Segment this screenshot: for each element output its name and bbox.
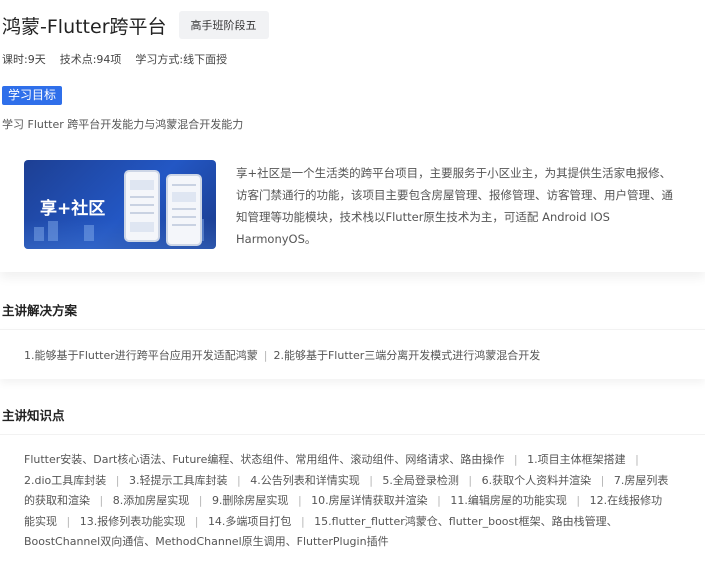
separator: | — [576, 494, 581, 507]
phone-ui-block — [172, 192, 196, 202]
separator: | — [297, 494, 302, 507]
knowledge-item: Flutter安装、Dart核心语法、Future编程、状态组件、常用组件、滚动… — [24, 453, 505, 466]
phone-ui-line — [130, 204, 154, 206]
separator: | — [369, 473, 373, 487]
separator: | — [236, 473, 241, 487]
phone-ui-line — [130, 212, 154, 214]
course-header-card: 鸿蒙-Flutter跨平台 高手班阶段五 课时:9天 技术点:94项 学习方式:… — [0, 0, 705, 272]
project-intro: 享+社区是一个生活类的跨平台项目，主要服务于小区业主，为其提供生活家电报修、访客… — [236, 166, 673, 246]
solutions-title: 主讲解决方案 — [2, 303, 78, 318]
meta-hours: 课时:9天 — [2, 53, 46, 66]
separator: | — [437, 494, 441, 507]
banner-building — [84, 225, 94, 241]
knowledge-item: 11.编辑房屋的功能实现 — [450, 494, 567, 507]
goal-text: 学习 Flutter 跨平台开发能力与鸿蒙混合开发能力 — [2, 118, 244, 131]
banner-building — [48, 221, 58, 241]
knowledge-title: 主讲知识点 — [2, 408, 65, 423]
solutions-list: 1.能够基于Flutter进行跨平台应用开发适配鸿蒙 | 2.能够基于Flutter… — [24, 347, 540, 363]
title-row: 鸿蒙-Flutter跨平台 高手班阶段五 — [2, 10, 269, 40]
knowledge-item: 6.获取个人资料并渲染 — [481, 473, 592, 487]
banner-building — [34, 227, 44, 241]
phone-ui-block — [130, 180, 154, 190]
knowledge-item: 9.删除房屋实现 — [211, 494, 289, 507]
separator: | — [66, 514, 71, 528]
meta-points: 技术点:94项 — [59, 53, 122, 66]
separator: | — [635, 453, 639, 466]
phone-ui-line — [172, 224, 196, 226]
separator: | — [198, 494, 203, 507]
separator: | — [99, 494, 104, 507]
meta-mode: 学习方式:线下面授 — [135, 53, 228, 66]
phone-ui-block — [130, 222, 154, 232]
knowledge-list: Flutter安装、Dart核心语法、Future编程、状态组件、常用组件、滚动… — [24, 450, 672, 553]
course-meta: 课时:9天 技术点:94项 学习方式:线下面授 — [2, 51, 227, 67]
phone-ui-line — [172, 184, 196, 186]
separator: | — [194, 514, 199, 528]
banner-title: 享+社区 — [40, 199, 106, 219]
knowledge-item: 8.添加房屋实现 — [112, 494, 190, 507]
separator: | — [513, 453, 518, 466]
solution-item: 1.能够基于Flutter进行跨平台应用开发适配鸿蒙 — [24, 349, 258, 362]
phone-ui-line — [172, 216, 196, 218]
page-title: 鸿蒙-Flutter跨平台 — [2, 15, 167, 38]
separator: | — [600, 473, 605, 487]
knowledge-item: 13.报修列表功能实现 — [79, 514, 186, 528]
phone-mockup — [166, 174, 202, 246]
separator: | — [115, 473, 120, 487]
knowledge-item: 1.项目主体框架搭建 — [527, 453, 626, 466]
separator: | — [300, 514, 305, 528]
phone-ui-line — [172, 208, 196, 210]
knowledge-item: 5.全局登录检测 — [382, 473, 459, 487]
separator: | — [468, 473, 473, 487]
phone-mockup — [124, 170, 160, 242]
knowledge-item: 14.多端项目打包 — [207, 514, 292, 528]
knowledge-item: 4.公告列表和详情实现 — [250, 473, 360, 487]
knowledge-item: 10.房屋详情获取并渲染 — [311, 494, 428, 507]
project-banner-image: 享+社区 — [24, 160, 216, 249]
goal-tag: 学习目标 — [2, 86, 63, 105]
knowledge-item: 3.轻提示工具库封装 — [128, 473, 228, 487]
stage-badge: 高手班阶段五 — [178, 11, 269, 39]
phone-ui-line — [130, 196, 154, 198]
separator: | — [263, 349, 268, 362]
knowledge-item: 2.dio工具库封装 — [24, 473, 107, 487]
solution-item: 2.能够基于Flutter三端分离开发模式进行鸿蒙混合开发 — [273, 349, 541, 362]
